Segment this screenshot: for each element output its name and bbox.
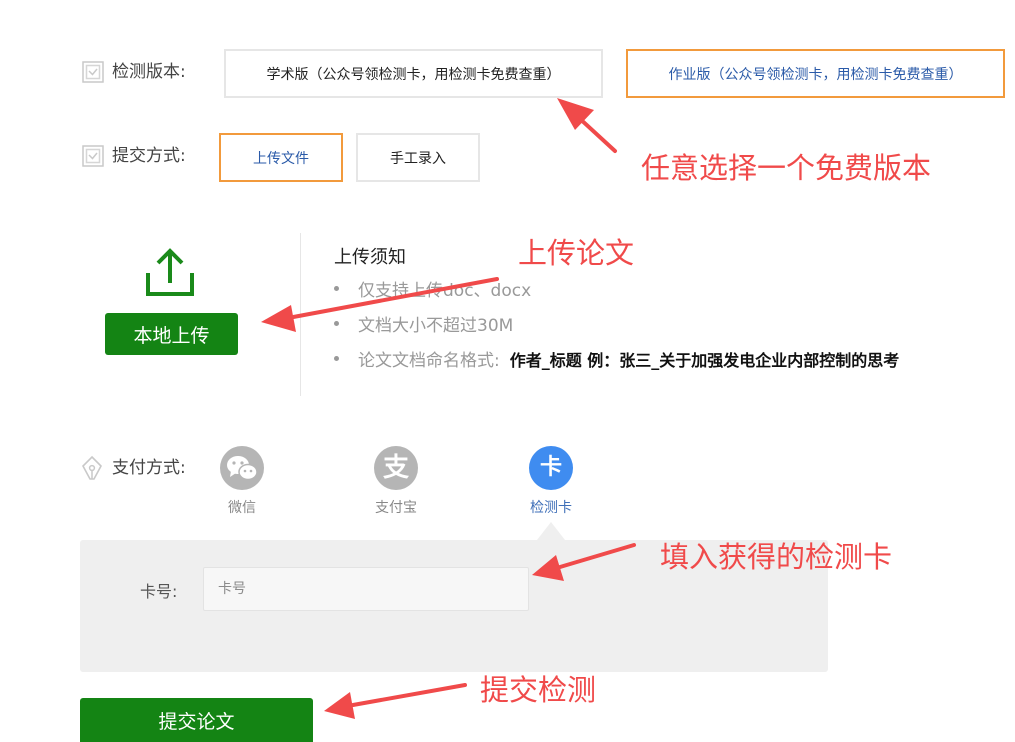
pen-icon	[82, 455, 102, 480]
pay-option-label: 检测卡	[530, 500, 572, 516]
notice-item: 论文文档命名格式: 作者_标题 例：张三_关于加强发电企业内部控制的思考	[334, 346, 899, 371]
notice-item-text: 仅支持上传doc、docx	[358, 281, 532, 301]
checklist-icon	[82, 145, 104, 167]
arrowhead-icon	[261, 305, 296, 332]
notice-item-text: 论文文档命名格式:	[358, 351, 500, 371]
wechat-icon	[220, 446, 264, 490]
bullet-dot	[334, 321, 339, 326]
card-number-label: 卡号:	[140, 582, 178, 601]
homework-version-label: 作业版（公众号领检测卡，用检测卡免费查重）	[668, 66, 963, 83]
submit-method-label: 提交方式:	[112, 146, 186, 166]
upload-icon	[146, 248, 194, 296]
homework-version-button[interactable]: 作业版（公众号领检测卡，用检测卡免费查重）	[626, 49, 1005, 98]
pay-option-wechat[interactable]: 微信	[202, 446, 282, 517]
upload-file-tab[interactable]: 上传文件	[219, 133, 343, 182]
arrow-icon	[351, 683, 467, 707]
pay-option-alipay[interactable]: 支 支付宝	[356, 446, 436, 517]
local-upload-button[interactable]: 本地上传	[105, 313, 238, 355]
pay-option-label: 支付宝	[375, 500, 417, 516]
upload-notice-title: 上传须知	[334, 247, 406, 268]
arrow-icon	[576, 115, 617, 153]
panel-pointer	[537, 522, 565, 540]
annotation-choose-version: 任意选择一个免费版本	[641, 151, 932, 185]
detection-version-label: 检测版本:	[112, 62, 186, 82]
annotation-fill-card: 填入获得的检测卡	[660, 540, 893, 574]
naming-example: 作者_标题 例：张三_关于加强发电企业内部控制的思考	[509, 350, 900, 370]
arrowhead-icon	[557, 98, 594, 130]
bullet-dot	[334, 356, 339, 361]
submit-paper-button[interactable]: 提交论文	[80, 698, 313, 742]
card-number-input[interactable]	[203, 567, 529, 611]
upload-file-tab-label: 上传文件	[253, 150, 309, 167]
notice-item-text: 文档大小不超过30M	[358, 316, 514, 336]
arrowhead-icon	[324, 692, 355, 719]
academic-version-button[interactable]: 学术版（公众号领检测卡，用检测卡免费查重）	[224, 49, 603, 98]
checklist-icon	[82, 61, 104, 83]
bullet-dot	[334, 286, 339, 291]
notice-item: 仅支持上传doc、docx	[334, 276, 531, 301]
payment-method-label: 支付方式:	[112, 458, 186, 478]
card-icon: 卡	[529, 446, 573, 490]
academic-version-label: 学术版（公众号领检测卡，用检测卡免费查重）	[266, 66, 561, 83]
alipay-icon: 支	[374, 446, 418, 490]
annotation-submit-check: 提交检测	[480, 673, 597, 707]
manual-entry-tab[interactable]: 手工录入	[356, 133, 480, 182]
notice-item: 文档大小不超过30M	[334, 311, 513, 336]
pay-option-label: 微信	[228, 500, 256, 516]
pay-option-card[interactable]: 卡 检测卡	[511, 446, 591, 517]
upload-divider	[300, 233, 301, 396]
annotation-upload-paper: 上传论文	[518, 236, 635, 270]
manual-entry-tab-label: 手工录入	[390, 150, 446, 167]
